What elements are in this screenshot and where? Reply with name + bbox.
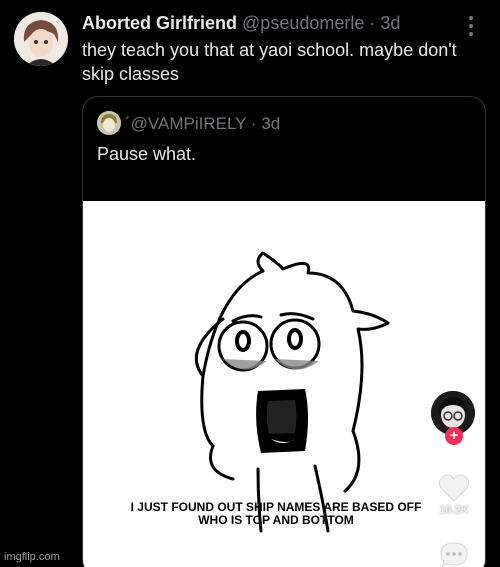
- follow-plus-badge[interactable]: +: [445, 427, 463, 445]
- quote-separator: ·: [250, 114, 257, 133]
- quoted-author-handle[interactable]: ´@VAMPiIRELY: [125, 114, 246, 133]
- quoted-author-meta: ´@VAMPiIRELY · 3d: [125, 113, 280, 135]
- quoted-media-image[interactable]: I JUST FOUND OUT SHIP NAMES ARE BASED OF…: [83, 201, 485, 567]
- header-separator: ·: [369, 13, 376, 33]
- author-handle[interactable]: @pseudomerle: [242, 13, 364, 33]
- more-vertical-icon[interactable]: [464, 14, 478, 38]
- watermark-text: imgflip.com: [4, 551, 60, 563]
- heart-icon[interactable]: [438, 473, 470, 503]
- author-display-name[interactable]: Aborted Girlfriend: [82, 13, 237, 33]
- quoted-author-avatar[interactable]: [97, 111, 121, 135]
- comment-icon[interactable]: [439, 541, 469, 567]
- meme-caption: I JUST FOUND OUT SHIP NAMES ARE BASED OF…: [130, 500, 422, 527]
- tweet-timestamp[interactable]: 3d: [380, 13, 400, 33]
- quoted-tweet-card[interactable]: ´@VAMPiIRELY · 3d Pause what. I JUST FOU…: [82, 96, 486, 567]
- author-avatar[interactable]: [14, 12, 68, 66]
- tweet-header: Aborted Girlfriend @pseudomerle · 3d: [82, 12, 460, 36]
- quoted-tweet-text: Pause what.: [97, 144, 197, 164]
- quoted-tweet-timestamp[interactable]: 3d: [261, 114, 280, 133]
- tweet-text: they teach you that at yaoi school. mayb…: [82, 40, 457, 84]
- like-count: 10.2K: [439, 504, 469, 516]
